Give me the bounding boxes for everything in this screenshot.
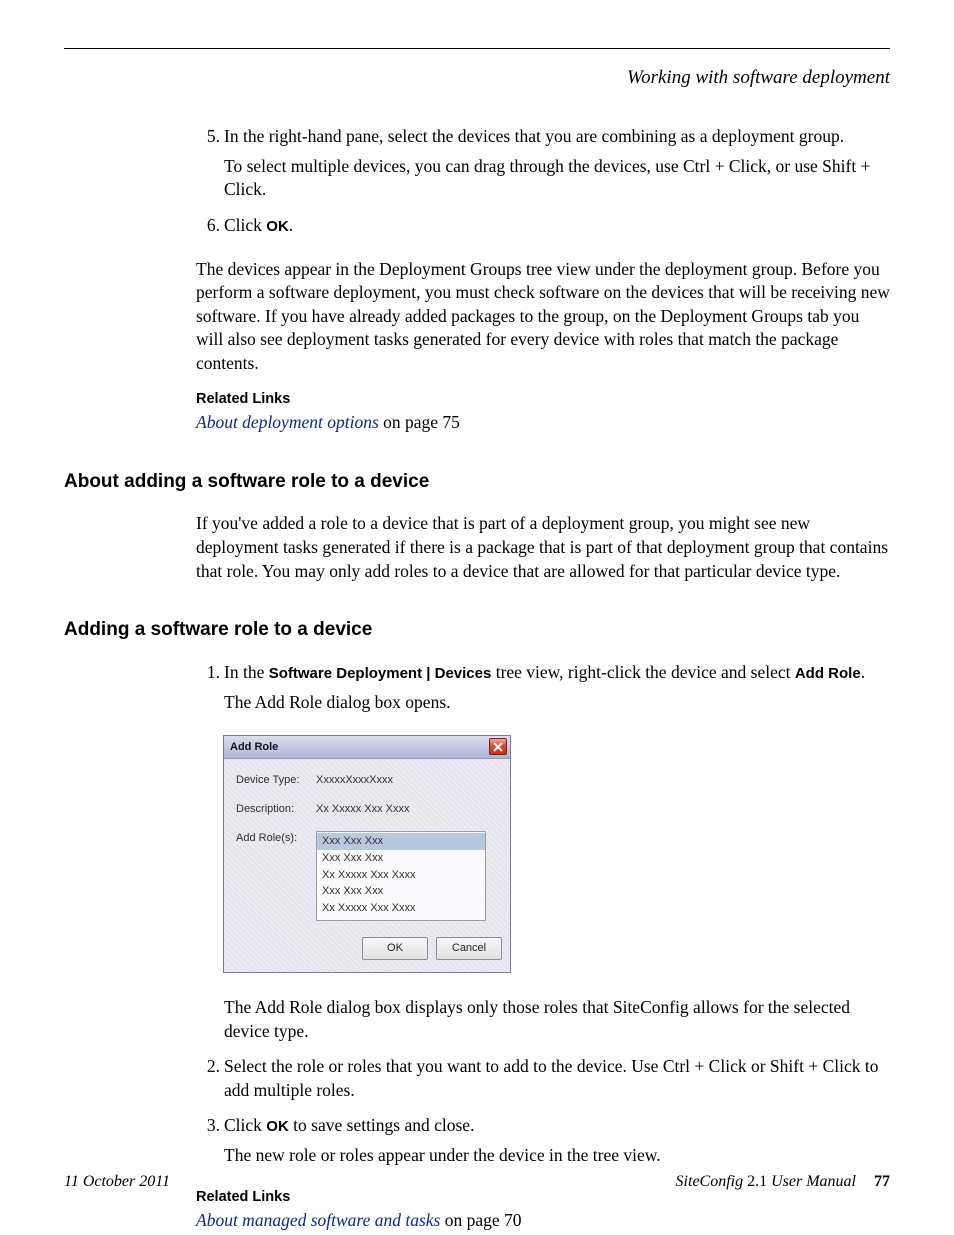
- close-button[interactable]: [489, 738, 507, 755]
- description-label: Description:: [236, 802, 316, 817]
- step-text: tree view, right-click the device and se…: [491, 662, 795, 682]
- step-number: 6.: [196, 214, 220, 244]
- paragraph: The devices appear in the Deployment Gro…: [196, 258, 890, 376]
- ok-label: OK: [266, 1118, 289, 1135]
- list-item[interactable]: Xx Xxxxx Xxx Xxxx: [317, 900, 485, 917]
- device-type-label: Device Type:: [236, 773, 316, 788]
- heading-about-adding: About adding a software role to a device: [64, 469, 890, 495]
- footer-version: 2.1: [743, 1173, 771, 1190]
- cancel-button[interactable]: Cancel: [436, 937, 502, 960]
- footer-page-number: 77: [874, 1173, 890, 1190]
- step-text: The Add Role dialog box opens.: [224, 691, 890, 715]
- ok-button[interactable]: OK: [362, 937, 428, 960]
- step-text: .: [861, 662, 865, 682]
- step-number: 5.: [196, 125, 220, 208]
- page-footer: 11 October 2011 SiteConfig 2.1 User Manu…: [64, 1173, 890, 1191]
- running-head: Working with software deployment: [64, 67, 890, 89]
- related-link-suffix: on page 70: [440, 1210, 521, 1230]
- close-icon: [493, 742, 503, 752]
- list-item[interactable]: Xxx Xxx Xxx: [317, 850, 485, 867]
- step-text: .: [289, 215, 293, 235]
- step-text: to save settings and close.: [289, 1115, 475, 1135]
- step-text: The Add Role dialog box displays only th…: [224, 996, 890, 1043]
- list-item[interactable]: Xxx Xxx Xxx: [317, 833, 485, 850]
- heading-adding: Adding a software role to a device: [64, 617, 890, 643]
- step-text: Select the role or roles that you want t…: [224, 1055, 890, 1102]
- step-number: 2.: [196, 1055, 220, 1108]
- description-value: Xx Xxxxx Xxx Xxxx: [316, 802, 410, 817]
- step-text: The new role or roles appear under the d…: [224, 1144, 890, 1168]
- related-link[interactable]: About deployment options: [196, 412, 379, 432]
- list-item[interactable]: Xx Xxxxx Xxx Xxxx: [317, 867, 485, 884]
- dialog-title: Add Role: [230, 740, 278, 755]
- footer-manual: User Manual: [771, 1173, 856, 1190]
- footer-date: 11 October 2011: [64, 1173, 170, 1191]
- list-item[interactable]: Xxx Xxx Xxx: [317, 883, 485, 900]
- related-link-line: About deployment options on page 75: [196, 411, 890, 435]
- menu-item: Add Role: [795, 665, 861, 682]
- step-text: In the right-hand pane, select the devic…: [224, 125, 890, 149]
- paragraph: If you've added a role to a device that …: [196, 512, 890, 583]
- step-number: 3.: [196, 1114, 220, 1173]
- footer-product: SiteConfig: [676, 1173, 744, 1190]
- top-rule: [64, 48, 890, 49]
- ok-label: OK: [266, 218, 289, 235]
- step-text: Click: [224, 1115, 266, 1135]
- related-link[interactable]: About managed software and tasks: [196, 1210, 440, 1230]
- section1-steps: 5. In the right-hand pane, select the de…: [196, 125, 890, 244]
- step-text: To select multiple devices, you can drag…: [224, 155, 890, 202]
- add-role-dialog: Add Role: [224, 736, 510, 972]
- section3-steps: 1. In the Software Deployment | Devices …: [196, 661, 890, 1174]
- step-text: In the: [224, 662, 269, 682]
- related-link-suffix: on page 75: [379, 412, 460, 432]
- related-link-line: About managed software and tasks on page…: [196, 1209, 890, 1233]
- ui-path: Software Deployment | Devices: [269, 665, 492, 682]
- related-links-heading: Related Links: [196, 390, 890, 410]
- add-roles-label: Add Role(s):: [236, 831, 316, 846]
- roles-listbox[interactable]: Xxx Xxx Xxx Xxx Xxx Xxx Xx Xxxxx Xxx Xxx…: [316, 831, 486, 921]
- device-type-value: XxxxxXxxxXxxx: [316, 773, 393, 788]
- step-text: Click: [224, 215, 266, 235]
- dialog-titlebar: Add Role: [224, 736, 510, 759]
- step-number: 1.: [196, 661, 220, 1049]
